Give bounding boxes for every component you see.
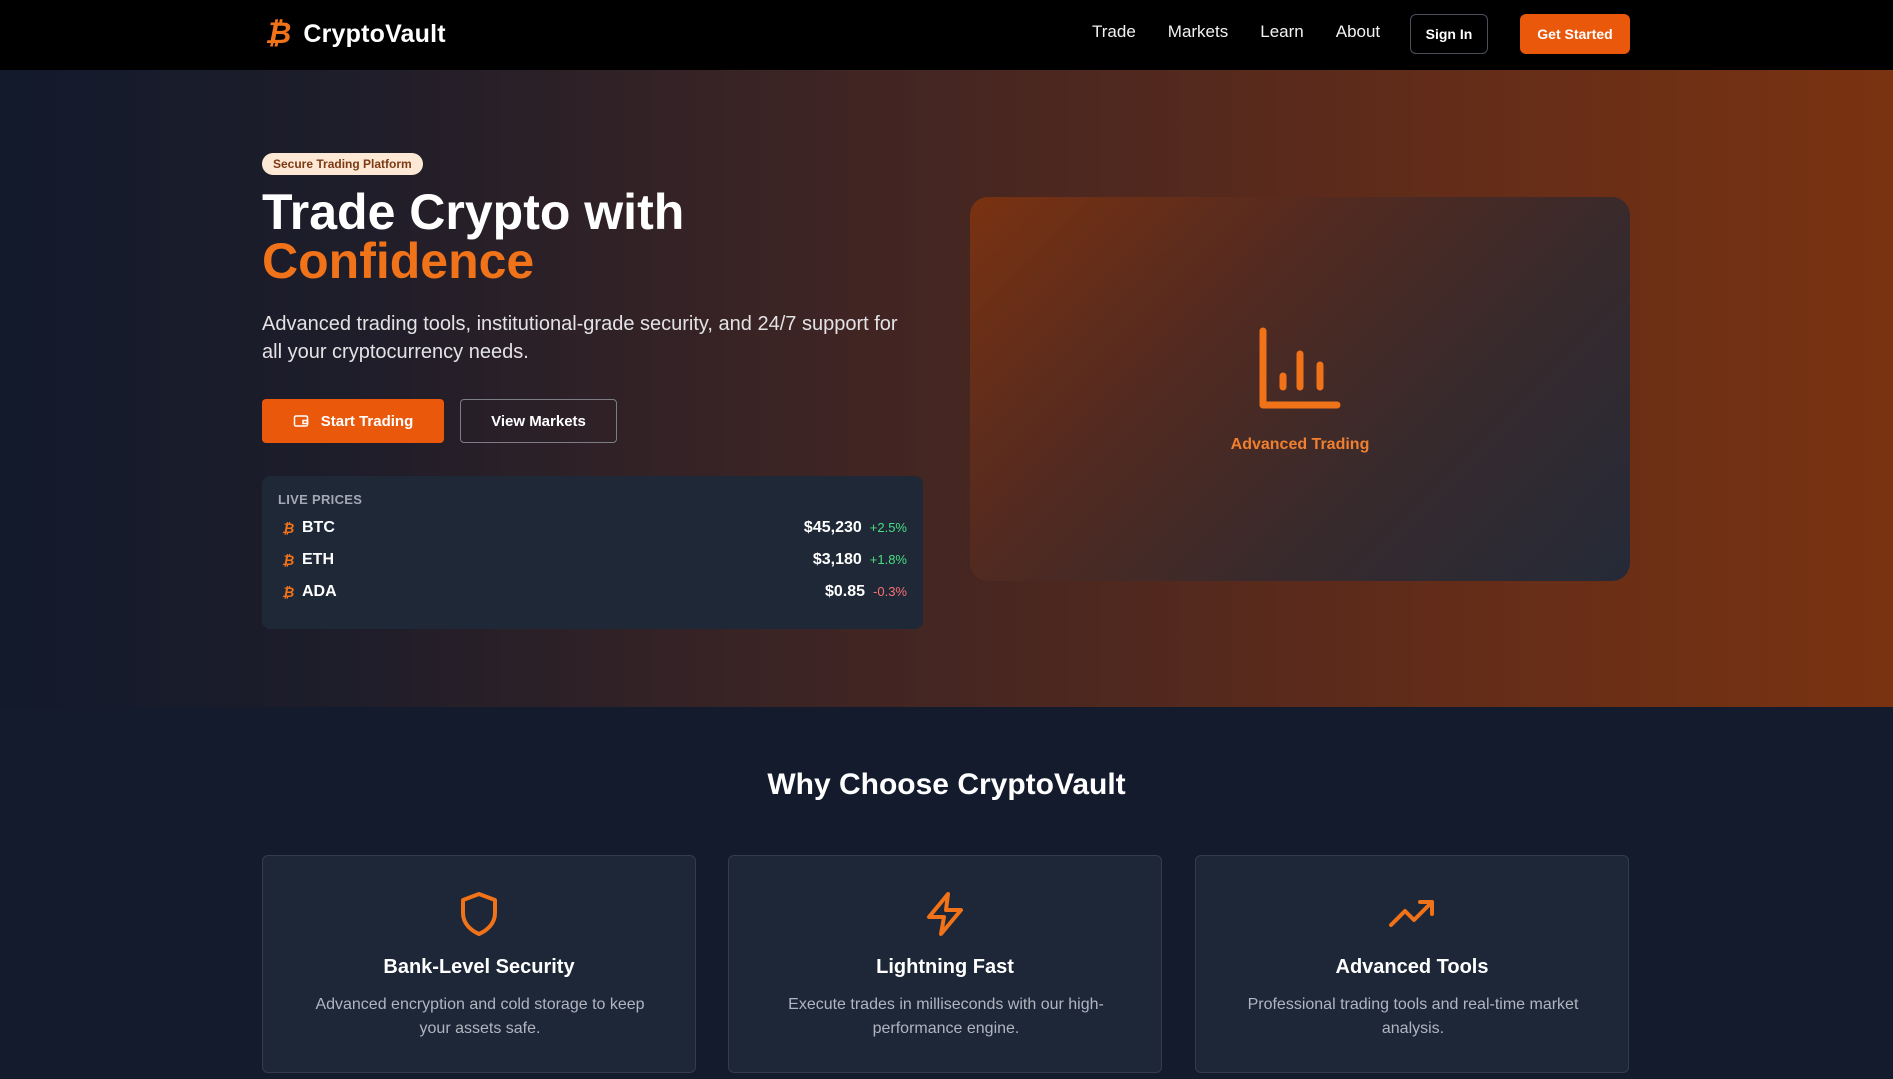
- coin-change: +2.5%: [869, 520, 907, 535]
- card-title: Bank-Level Security: [383, 956, 575, 978]
- bitcoin-icon: ₿: [265, 17, 292, 50]
- nav-links: Trade Markets Learn About: [1092, 22, 1380, 42]
- start-trading-label: Start Trading: [320, 412, 414, 430]
- nav-link-trade[interactable]: Trade: [1092, 22, 1136, 42]
- card-description: Execute trades in milliseconds with our …: [788, 996, 1104, 1037]
- coin-symbol: ADA: [302, 583, 337, 600]
- card-title: Lightning Fast: [876, 956, 1014, 978]
- feature-card-speed: Lightning Fast Execute trades in millise…: [728, 855, 1162, 1073]
- sign-in-button[interactable]: Sign In: [1410, 14, 1488, 54]
- coin-change: +1.8%: [869, 552, 907, 567]
- trending-up-icon: [1389, 900, 1434, 927]
- brand-logo[interactable]: ₿ CryptoVault: [265, 16, 446, 52]
- hero-subtitle: Advanced trading tools, institutional-gr…: [262, 313, 898, 363]
- feature-card-security: Bank-Level Security Advanced encryption …: [262, 855, 696, 1073]
- hero-title-accent: Confidence: [262, 233, 535, 289]
- view-markets-button[interactable]: View Markets: [460, 399, 617, 443]
- nav-link-markets[interactable]: Markets: [1168, 22, 1228, 42]
- get-started-button[interactable]: Get Started: [1520, 14, 1630, 54]
- coin-symbol: BTC: [302, 519, 335, 536]
- card-description: Advanced encryption and cold storage to …: [315, 996, 645, 1037]
- shield-icon: [461, 892, 497, 936]
- price-row[interactable]: ₿ ADA $0.85 -0.3%: [278, 580, 907, 604]
- price-row[interactable]: ₿ ETH $3,180 +1.8%: [278, 548, 907, 572]
- coin-price: $3,180: [812, 551, 862, 568]
- bar-chart-icon: [1259, 327, 1341, 409]
- why-choose-title: Why Choose CryptoVault: [767, 768, 1126, 801]
- card-title: Advanced Tools: [1335, 956, 1489, 978]
- hero-section: Secure Trading Platform Trade Crypto wit…: [0, 70, 1893, 707]
- coin-price: $45,230: [803, 519, 862, 536]
- coin-symbol: ETH: [302, 551, 334, 568]
- nav-link-about[interactable]: About: [1336, 22, 1380, 42]
- start-trading-button[interactable]: Start Trading: [262, 399, 444, 443]
- hero-title: Trade Crypto with Confidence: [262, 187, 684, 289]
- bitcoin-icon: ₿: [282, 520, 295, 536]
- nav-link-learn[interactable]: Learn: [1260, 22, 1303, 42]
- coin-price: $0.85: [824, 583, 866, 600]
- lightning-icon: [927, 892, 963, 936]
- wallet-icon: [293, 415, 308, 427]
- card-description: Professional trading tools and real-time…: [1247, 996, 1579, 1037]
- hero-title-line1: Trade Crypto with: [262, 184, 685, 240]
- brand-name: CryptoVault: [303, 19, 446, 48]
- top-navbar: ₿ CryptoVault Trade Markets Learn About …: [0, 0, 1893, 70]
- secure-platform-badge: Secure Trading Platform: [262, 153, 423, 175]
- advanced-trading-card: Advanced Trading: [970, 197, 1630, 581]
- bitcoin-icon: ₿: [282, 552, 295, 568]
- feature-card-tools: Advanced Tools Professional trading tool…: [1195, 855, 1629, 1073]
- bitcoin-icon: ₿: [282, 584, 295, 600]
- live-prices-title: LIVE PRICES: [278, 492, 363, 507]
- coin-change: -0.3%: [873, 584, 907, 599]
- advanced-trading-label: Advanced Trading: [1230, 436, 1370, 453]
- live-prices-panel: LIVE PRICES ₿ BTC $45,230 +2.5% ₿ ETH $3…: [262, 476, 923, 629]
- price-row[interactable]: ₿ BTC $45,230 +2.5%: [278, 516, 907, 540]
